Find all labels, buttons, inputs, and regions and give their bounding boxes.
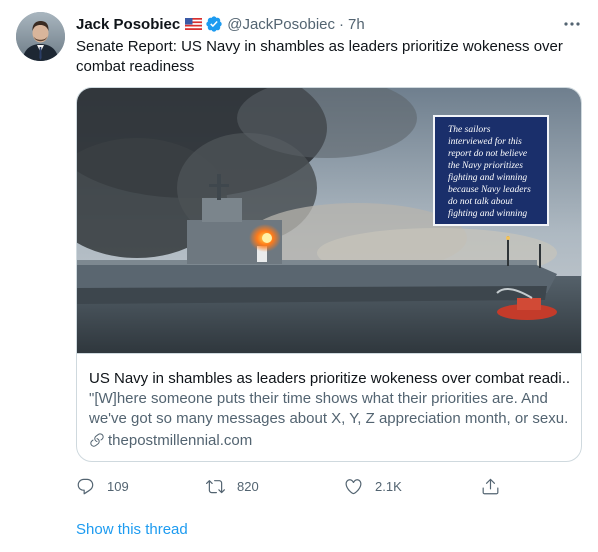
quote-line: fighting and winning: [448, 209, 528, 219]
author-name[interactable]: Jack Posobiec: [76, 16, 180, 33]
image-quote-box: The sailors interviewed for this report …: [433, 115, 549, 226]
retweet-icon: [206, 479, 225, 493]
share-icon: [482, 478, 499, 494]
author-handle[interactable]: @JackPosobiec: [227, 16, 335, 33]
retweet-count: 820: [237, 478, 259, 494]
link-preview-card[interactable]: The sailors interviewed for this report …: [76, 87, 582, 462]
quote-line: the Navy prioritizes: [448, 161, 523, 171]
more-options-icon[interactable]: [562, 14, 582, 34]
reply-icon: [77, 478, 94, 494]
tweet-actions: 109 820 2.1K: [76, 472, 516, 500]
reply-count: 109: [107, 478, 129, 494]
card-title[interactable]: US Navy in shambles as leaders prioritiz…: [89, 369, 569, 389]
like-count: 2.1K: [375, 478, 402, 494]
verified-badge-icon: [205, 15, 223, 33]
quote-line: report do not believe: [448, 149, 528, 159]
quote-line: fighting and winning: [448, 173, 528, 183]
card-divider: [77, 353, 581, 354]
tweet-text-line: Senate Report: US Navy in shambles as le…: [76, 38, 563, 55]
link-icon: [90, 433, 104, 447]
quote-line: The sailors: [448, 125, 491, 135]
quote-line: do not talk about: [448, 197, 513, 207]
quote-line: because Navy leaders: [448, 185, 531, 195]
reply-button[interactable]: 109: [76, 472, 129, 500]
tweet-text: Senate Report: US Navy in shambles as le…: [76, 37, 576, 77]
card-description: "[W]here someone puts their time shows w…: [89, 389, 569, 429]
avatar[interactable]: [16, 12, 65, 61]
retweet-button[interactable]: 820: [206, 472, 259, 500]
share-button[interactable]: [481, 472, 500, 500]
show-thread-link[interactable]: Show this thread: [76, 521, 188, 538]
tweet-header: Jack Posobiec @JackPosobiec · 7h: [76, 14, 365, 34]
us-flag-icon: [185, 18, 203, 30]
tweet-text-line: combat readiness: [76, 58, 195, 75]
card-image[interactable]: The sailors interviewed for this report …: [77, 88, 581, 353]
card-description-line: we've got so many messages about X, Y, Z…: [89, 410, 569, 427]
card-description-line: "[W]here someone puts their time shows w…: [89, 390, 548, 407]
quote-line: interviewed for this: [448, 137, 522, 147]
separator-dot: ·: [339, 15, 345, 33]
like-button[interactable]: 2.1K: [344, 472, 402, 500]
avatar-photo: [16, 12, 65, 61]
heart-icon: [345, 478, 362, 494]
card-domain-text: thepostmillennial.com: [108, 431, 253, 449]
tweet-timestamp[interactable]: 7h: [348, 16, 365, 33]
card-domain[interactable]: thepostmillennial.com: [89, 430, 252, 450]
